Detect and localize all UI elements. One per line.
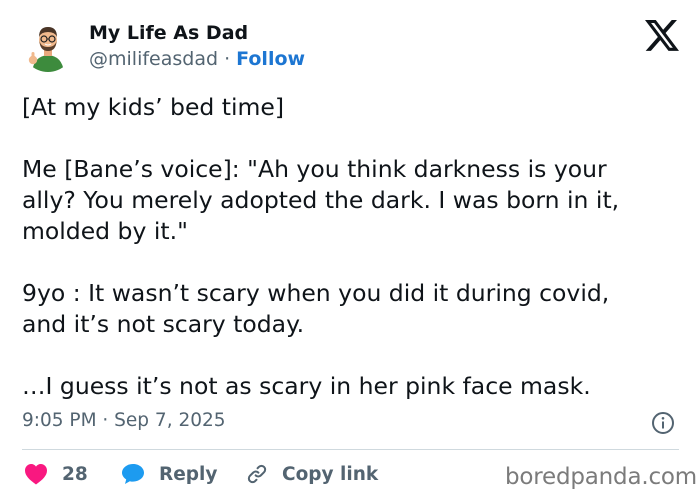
- x-logo-icon[interactable]: [645, 20, 679, 52]
- tweet-text: [At my kids’ bed time] Me [Bane’s voice]…: [22, 92, 692, 402]
- divider: [22, 449, 679, 450]
- copy-link-button[interactable]: Copy link: [246, 461, 378, 487]
- speech-bubble-icon: [122, 464, 144, 484]
- follow-button[interactable]: Follow: [236, 48, 305, 70]
- copy-link-label: Copy link: [282, 463, 379, 485]
- reply-label: Reply: [159, 463, 218, 485]
- tweet-paragraph: 9yo : It wasn’t scary when you did it du…: [22, 279, 610, 338]
- tweet-paragraph: Me [Bane’s voice]: "Ah you think darknes…: [22, 155, 620, 245]
- tweet-paragraph: …I guess it’s not as scary in her pink f…: [22, 372, 591, 400]
- tweet-paragraph: [At my kids’ bed time]: [22, 93, 285, 121]
- author-display-name[interactable]: My Life As Dad: [89, 22, 248, 44]
- avatar[interactable]: [22, 20, 74, 72]
- link-icon: [247, 464, 267, 484]
- heart-icon: [25, 464, 47, 485]
- watermark: boredpanda.com: [505, 464, 697, 490]
- avatar-image: [28, 27, 64, 72]
- reply-button[interactable]: Reply: [121, 461, 217, 487]
- like-button[interactable]: 28: [24, 461, 88, 487]
- author-handle-line: @milifeasdad · Follow: [89, 48, 305, 70]
- tweet-card: My Life As Dad @milifeasdad · Follow [At…: [0, 0, 700, 502]
- author-handle[interactable]: @milifeasdad: [89, 48, 218, 70]
- info-icon[interactable]: [651, 411, 675, 435]
- like-count: 28: [62, 463, 88, 485]
- separator-dot: ·: [224, 48, 231, 70]
- tweet-timestamp[interactable]: 9:05 PM · Sep 7, 2025: [22, 410, 226, 431]
